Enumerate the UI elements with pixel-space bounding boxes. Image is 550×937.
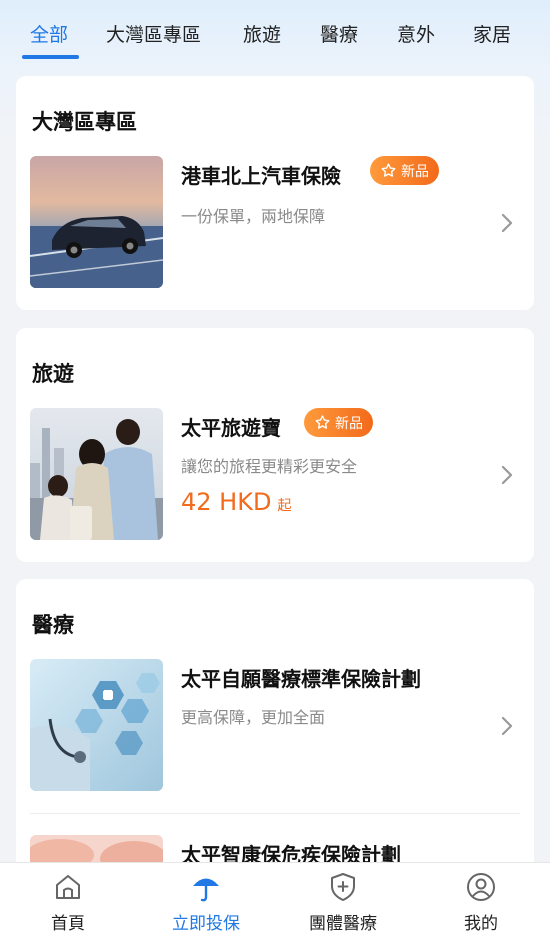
tab-all[interactable]: 全部 [30, 20, 68, 47]
active-tab-indicator [22, 55, 79, 59]
tab-travel[interactable]: 旅遊 [243, 20, 281, 47]
new-badge: 新品 [370, 156, 439, 185]
section-card-travel: 旅遊 太平旅遊寶 新品 讓您的旅程更精彩更安全 42 HKD 起 [16, 328, 534, 562]
product-item-vhis[interactable]: 太平自願醫療標準保險計劃 更高保障，更加全面 [30, 659, 520, 791]
bottom-nav: 首頁 立即投保 團體醫療 我的 [0, 862, 550, 937]
home-icon [56, 875, 80, 899]
star-icon [381, 163, 396, 177]
user-icon [467, 873, 495, 901]
product-name: 太平自願醫療標準保險計劃 [181, 667, 421, 691]
category-tabs: 全部 大灣區專區 旅遊 醫療 意外 家居 [0, 0, 550, 62]
nav-my-account[interactable]: 我的 [431, 863, 531, 937]
nav-buy-now[interactable]: 立即投保 [156, 863, 256, 937]
product-desc: 一份保單，兩地保障 [181, 207, 326, 226]
product-name: 太平旅遊寶 [181, 416, 281, 440]
star-icon [315, 415, 330, 429]
nav-label: 立即投保 [172, 914, 240, 934]
nav-label: 我的 [464, 914, 498, 934]
car-photo [30, 156, 163, 288]
chevron-right-icon [501, 716, 513, 736]
product-desc: 更高保障，更加全面 [181, 708, 326, 727]
product-item-travel[interactable]: 太平旅遊寶 新品 讓您的旅程更精彩更安全 42 HKD 起 [30, 408, 520, 540]
tab-medical[interactable]: 醫療 [320, 20, 358, 47]
chevron-right-icon [501, 213, 513, 233]
nav-label: 團體醫療 [309, 914, 377, 934]
price-value: 42 HKD [181, 488, 272, 516]
medical-icons-photo [30, 659, 163, 791]
nav-group-medical[interactable]: 團體醫療 [293, 863, 393, 937]
section-card-medical: 醫療 太平自願醫療標準保險計劃 更高保障，更加全面 太平智康保危疾保險計劃 [16, 579, 534, 879]
new-badge: 新品 [304, 408, 373, 437]
product-desc: 讓您的旅程更精彩更安全 [181, 457, 358, 476]
section-title: 旅遊 [32, 362, 74, 386]
badge-label: 新品 [401, 163, 429, 180]
tab-accident[interactable]: 意外 [397, 20, 435, 47]
shield-plus-icon [331, 873, 355, 901]
product-name: 港車北上汽車保險 [181, 164, 341, 188]
price: 42 HKD 起 [181, 488, 291, 516]
section-title: 大灣區專區 [32, 110, 137, 134]
badge-label: 新品 [335, 415, 363, 432]
nav-label: 首頁 [51, 914, 85, 934]
family-travel-photo [30, 408, 163, 540]
product-item-cross-border-car[interactable]: 港車北上汽車保險 新品 一份保單，兩地保障 [30, 156, 520, 288]
tab-home[interactable]: 家居 [473, 20, 511, 47]
price-suffix: 起 [277, 498, 292, 514]
divider [30, 813, 520, 814]
section-card-greater-bay-area: 大灣區專區 港車北上汽車保險 新品 一份保單，兩地保障 [16, 76, 534, 310]
section-title: 醫療 [32, 613, 74, 637]
chevron-right-icon [501, 465, 513, 485]
tab-greater-bay-area[interactable]: 大灣區專區 [106, 20, 201, 47]
nav-home[interactable]: 首頁 [18, 863, 118, 937]
umbrella-icon [193, 878, 219, 902]
